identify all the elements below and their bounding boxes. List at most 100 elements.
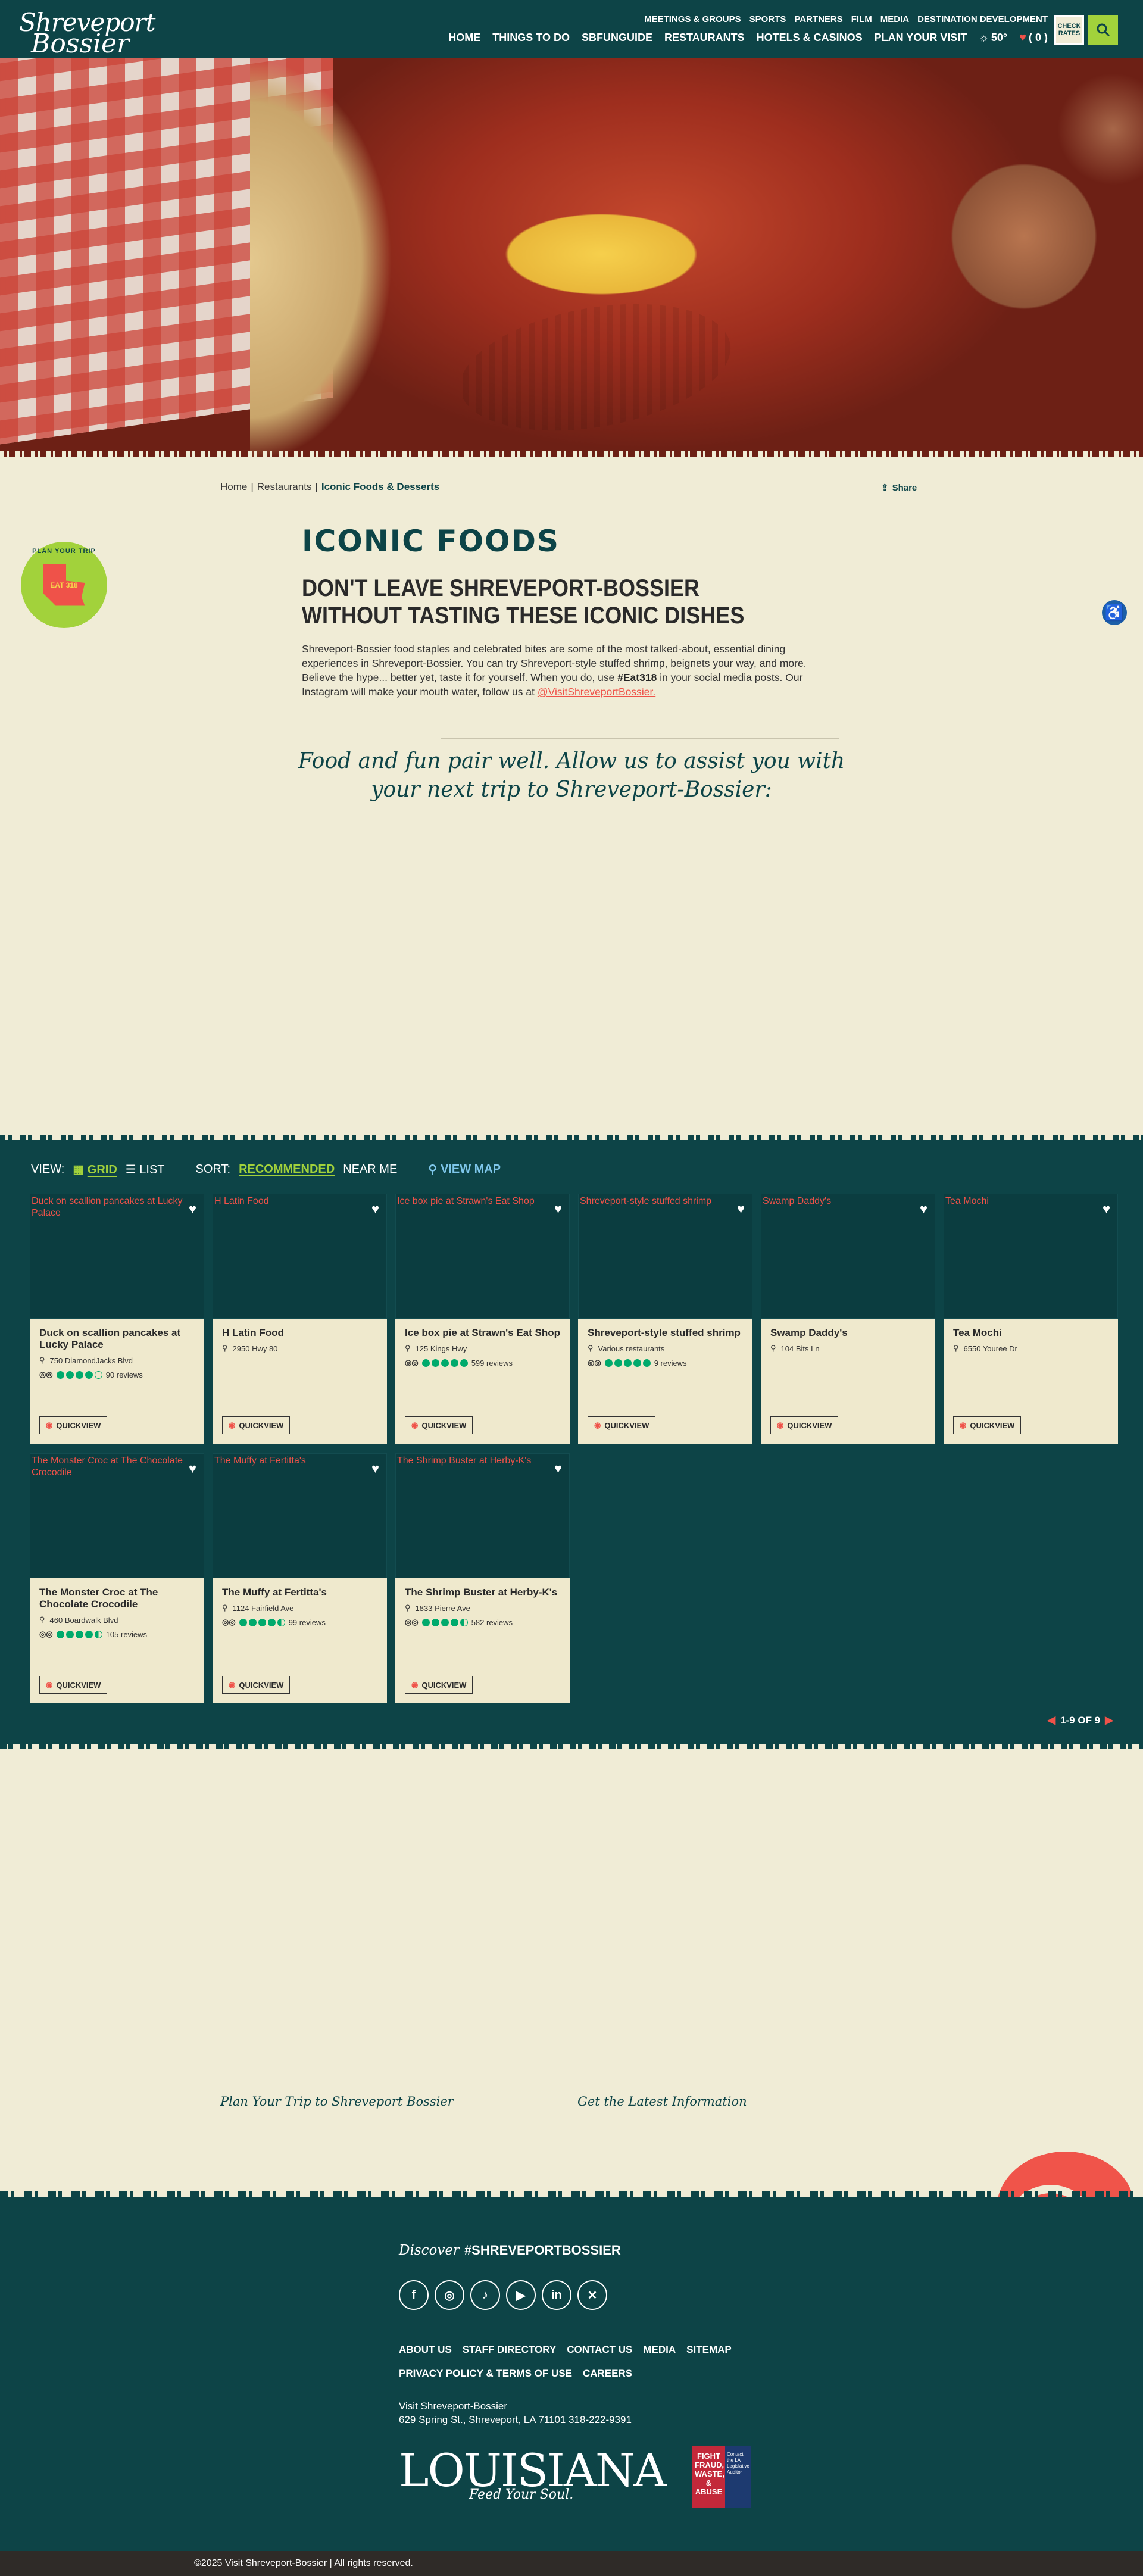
card-title[interactable]: Tea Mochi	[953, 1327, 1108, 1339]
favorites-link[interactable]: ♥ ( 0 )	[1019, 31, 1048, 45]
site-logo[interactable]: Shreveport Bossier	[19, 10, 155, 57]
breadcrumb-home[interactable]: Home	[220, 481, 247, 493]
card-address: ⚲ 460 Boardwalk Blvd	[39, 1615, 195, 1625]
tiktok-icon[interactable]: ♪	[470, 2280, 500, 2310]
listing-card[interactable]: The Muffy at Fertitta's ♥ The Muffy at Fe…	[213, 1453, 387, 1703]
breadcrumb-restaurants[interactable]: Restaurants	[257, 481, 312, 493]
linkedin-icon[interactable]: in	[542, 2280, 572, 2310]
favorite-heart-icon[interactable]: ♥	[371, 1201, 379, 1217]
nav-destination-development[interactable]: DESTINATION DEVELOPMENT	[917, 14, 1048, 24]
rating-dot	[421, 1618, 430, 1626]
listing-card[interactable]: Duck on scallion pancakes at Lucky Palac…	[30, 1194, 204, 1444]
facebook-icon[interactable]: f	[399, 2280, 429, 2310]
card-image[interactable]: Swamp Daddy's ♥	[761, 1194, 935, 1319]
nav-sports[interactable]: SPORTS	[749, 14, 786, 24]
footer-link-media[interactable]: MEDIA	[643, 2338, 676, 2362]
card-image[interactable]: Shreveport-style stuffed shrimp ♥	[578, 1194, 752, 1319]
quickview-button[interactable]: ◉ QUICKVIEW	[39, 1416, 108, 1434]
card-image[interactable]: Duck on scallion pancakes at Lucky Palac…	[30, 1194, 204, 1319]
card-info: The Monster Croc at The Chocolate Crocod…	[30, 1578, 204, 1703]
card-image[interactable]: Tea Mochi ♥	[944, 1194, 1118, 1319]
footer-link-sitemap[interactable]: SITEMAP	[686, 2338, 732, 2362]
plan-your-trip-badge[interactable]: PLAN YOUR TRIP EAT 318	[21, 542, 107, 628]
next-page-arrow-icon[interactable]: ▶	[1105, 1714, 1113, 1726]
prev-page-arrow-icon[interactable]: ◀	[1047, 1714, 1055, 1726]
view-map-button[interactable]: ⚲ VIEW MAP	[428, 1162, 501, 1177]
card-reviews[interactable]: 90 reviews	[106, 1370, 143, 1379]
listing-card[interactable]: The Monster Croc at The Chocolate Crocod…	[30, 1453, 204, 1703]
favorite-heart-icon[interactable]: ♥	[371, 1461, 379, 1476]
listing-card[interactable]: Swamp Daddy's ♥ Swamp Daddy's ⚲ 104 Bits L…	[761, 1194, 935, 1444]
card-title[interactable]: The Monster Croc at The Chocolate Crocod…	[39, 1587, 195, 1610]
favorite-heart-icon[interactable]: ♥	[554, 1461, 562, 1476]
card-title[interactable]: The Shrimp Buster at Herby-K's	[405, 1587, 560, 1598]
listing-card[interactable]: Shreveport-style stuffed shrimp ♥ Shrevep…	[578, 1194, 752, 1444]
instagram-icon[interactable]: ◎	[435, 2280, 464, 2310]
quickview-button[interactable]: ◉ QUICKVIEW	[222, 1416, 291, 1434]
instagram-link[interactable]: @VisitShreveportBossier.	[538, 686, 655, 698]
card-reviews[interactable]: 9 reviews	[654, 1359, 687, 1367]
card-reviews[interactable]: 599 reviews	[471, 1359, 513, 1367]
x-icon[interactable]: ✕	[577, 2280, 607, 2310]
quickview-button[interactable]: ◉ QUICKVIEW	[405, 1676, 473, 1694]
card-image[interactable]: H Latin Food ♥	[213, 1194, 387, 1319]
listing-card[interactable]: Tea Mochi ♥ Tea Mochi ⚲ 6550 Youree Dr ◉ QU…	[944, 1194, 1118, 1444]
card-title[interactable]: Shreveport-style stuffed shrimp	[588, 1327, 743, 1339]
card-title[interactable]: The Muffy at Fertitta's	[222, 1587, 377, 1598]
footer-link-about[interactable]: ABOUT US	[399, 2338, 452, 2362]
nav-restaurants[interactable]: RESTAURANTS	[664, 32, 745, 44]
check-rates-button[interactable]: CHECK RATES	[1054, 15, 1084, 45]
search-button[interactable]	[1088, 15, 1118, 45]
favorite-heart-icon[interactable]: ♥	[554, 1201, 562, 1217]
nav-film[interactable]: FILM	[851, 14, 872, 24]
favorite-heart-icon[interactable]: ♥	[737, 1201, 745, 1217]
nav-hotels-casinos[interactable]: HOTELS & CASINOS	[757, 32, 863, 44]
nav-home[interactable]: HOME	[448, 32, 480, 44]
nav-things-to-do[interactable]: THINGS TO DO	[492, 32, 570, 44]
quickview-button[interactable]: ◉ QUICKVIEW	[588, 1416, 656, 1434]
card-title[interactable]: Swamp Daddy's	[770, 1327, 926, 1339]
weather-widget[interactable]: ☼ 50°	[979, 32, 1007, 44]
card-reviews[interactable]: 582 reviews	[471, 1618, 513, 1627]
quickview-button[interactable]: ◉ QUICKVIEW	[770, 1416, 839, 1434]
nav-sbfunguide[interactable]: SBFUNGUIDE	[582, 32, 652, 44]
accessibility-button[interactable]: ♿	[1102, 600, 1127, 625]
card-image[interactable]: The Monster Croc at The Chocolate Crocod…	[30, 1453, 204, 1578]
louisiana-logo[interactable]: LOUISIANA Feed Your Soul.	[399, 2447, 666, 2503]
list-view-toggle[interactable]: ☰ LIST	[126, 1162, 165, 1177]
share-button[interactable]: ⇪ Share	[881, 482, 917, 494]
fraud-hotline-badge[interactable]: FIGHT FRAUD, WASTE, & ABUSE Contact the …	[692, 2446, 751, 2508]
youtube-icon[interactable]: ▶	[506, 2280, 536, 2310]
nav-plan-your-visit[interactable]: PLAN YOUR VISIT	[875, 32, 967, 44]
favorite-heart-icon[interactable]: ♥	[1103, 1201, 1110, 1217]
favorite-heart-icon[interactable]: ♥	[189, 1461, 196, 1476]
card-title[interactable]: Ice box pie at Strawn's Eat Shop	[405, 1327, 560, 1339]
card-reviews[interactable]: 99 reviews	[289, 1618, 326, 1627]
footer-link-contact[interactable]: CONTACT US	[567, 2338, 632, 2362]
favorite-heart-icon[interactable]: ♥	[189, 1201, 196, 1217]
sort-recommended[interactable]: RECOMMENDED	[239, 1163, 335, 1176]
footer-link-careers[interactable]: CAREERS	[583, 2362, 632, 2385]
footer-link-staff[interactable]: STAFF DIRECTORY	[463, 2338, 556, 2362]
quickview-button[interactable]: ◉ QUICKVIEW	[222, 1676, 291, 1694]
nav-media[interactable]: MEDIA	[880, 14, 909, 24]
nav-partners[interactable]: PARTNERS	[794, 14, 842, 24]
card-title[interactable]: Duck on scallion pancakes at Lucky Palac…	[39, 1327, 195, 1351]
nav-meetings-groups[interactable]: MEETINGS & GROUPS	[644, 14, 741, 24]
card-image[interactable]: The Shrimp Buster at Herby-K's ♥	[395, 1453, 570, 1578]
listing-card[interactable]: Ice box pie at Strawn's Eat Shop ♥ Ice bo…	[395, 1194, 570, 1444]
favorite-heart-icon[interactable]: ♥	[920, 1201, 927, 1217]
card-image[interactable]: Ice box pie at Strawn's Eat Shop ♥	[395, 1194, 570, 1319]
listing-card[interactable]: The Shrimp Buster at Herby-K's ♥ The Shri…	[395, 1453, 570, 1703]
quickview-button[interactable]: ◉ QUICKVIEW	[39, 1676, 108, 1694]
quickview-button[interactable]: ◉ QUICKVIEW	[405, 1416, 473, 1434]
listing-card[interactable]: H Latin Food ♥ H Latin Food ⚲ 2950 Hwy 80 …	[213, 1194, 387, 1444]
footer-link-privacy[interactable]: PRIVACY POLICY & TERMS OF USE	[399, 2362, 572, 2385]
card-reviews[interactable]: 105 reviews	[106, 1630, 147, 1639]
card-image[interactable]: The Muffy at Fertitta's ♥	[213, 1453, 387, 1578]
card-title[interactable]: H Latin Food	[222, 1327, 377, 1339]
grid-view-toggle[interactable]: ▦ GRID	[73, 1162, 117, 1177]
search-icon	[1097, 23, 1110, 37]
quickview-button[interactable]: ◉ QUICKVIEW	[953, 1416, 1022, 1434]
sort-near-me[interactable]: NEAR ME	[343, 1163, 397, 1176]
